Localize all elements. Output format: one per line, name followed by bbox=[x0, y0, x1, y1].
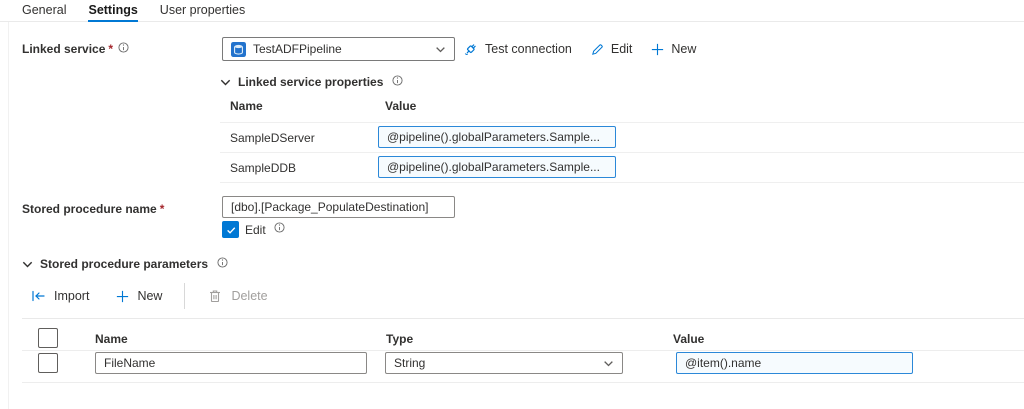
settings-panel: General Settings User properties Linked … bbox=[0, 0, 1024, 409]
stored-procedure-name-label: Stored procedure name * bbox=[22, 202, 164, 216]
lsp-row-name: SampleDDB bbox=[230, 161, 296, 175]
import-button[interactable]: Import bbox=[30, 288, 89, 304]
new-linked-service-button[interactable]: New bbox=[650, 42, 696, 57]
new-linked-service-label: New bbox=[671, 42, 696, 56]
divider bbox=[220, 152, 1024, 153]
import-label: Import bbox=[54, 289, 89, 303]
tab-general[interactable]: General bbox=[22, 0, 66, 22]
edit-linked-service-button[interactable]: Edit bbox=[590, 42, 633, 57]
plus-icon bbox=[115, 289, 130, 304]
import-arrow-icon bbox=[30, 288, 46, 304]
required-asterisk: * bbox=[160, 202, 165, 216]
lsp-row-value-input[interactable] bbox=[378, 156, 616, 178]
parameters-toolbar: Import New Delete bbox=[30, 283, 268, 309]
chevron-expanded-icon bbox=[220, 77, 231, 88]
chevron-down-icon bbox=[603, 358, 614, 369]
linked-service-properties-title: Linked service properties bbox=[238, 75, 383, 89]
linked-service-properties-header[interactable]: Linked service properties bbox=[220, 75, 403, 89]
info-icon[interactable] bbox=[274, 222, 285, 233]
sql-database-icon bbox=[231, 42, 246, 57]
table-top-border bbox=[22, 318, 1024, 319]
plus-icon bbox=[650, 42, 665, 57]
required-asterisk: * bbox=[108, 42, 113, 56]
divider bbox=[220, 122, 1024, 123]
edit-checkbox-row: Edit bbox=[222, 221, 285, 238]
linked-service-dropdown[interactable]: TestADFPipeline bbox=[222, 37, 455, 61]
edit-checkbox-label: Edit bbox=[245, 223, 266, 237]
trash-icon bbox=[207, 288, 223, 304]
new-parameter-button[interactable]: New bbox=[115, 289, 162, 304]
info-icon[interactable] bbox=[118, 42, 129, 53]
chevron-down-icon bbox=[435, 44, 446, 55]
info-icon[interactable] bbox=[217, 257, 228, 268]
stored-procedure-parameters-header[interactable]: Stored procedure parameters bbox=[22, 257, 228, 271]
param-name-input[interactable] bbox=[95, 352, 367, 374]
lsp-column-value: Value bbox=[385, 99, 416, 113]
param-column-value: Value bbox=[673, 332, 704, 346]
delete-parameter-button: Delete bbox=[207, 288, 267, 304]
tab-settings[interactable]: Settings bbox=[88, 0, 137, 22]
test-connection-label: Test connection bbox=[485, 42, 572, 56]
divider bbox=[22, 382, 1024, 383]
chevron-expanded-icon bbox=[22, 259, 33, 270]
linked-service-label-text: Linked service bbox=[22, 42, 105, 56]
tab-bar: General Settings User properties bbox=[0, 0, 1024, 22]
param-value-input[interactable] bbox=[676, 352, 913, 374]
check-icon bbox=[225, 224, 237, 236]
divider bbox=[220, 182, 1024, 183]
plug-icon bbox=[463, 41, 479, 57]
delete-parameter-label: Delete bbox=[231, 289, 267, 303]
info-icon[interactable] bbox=[392, 75, 403, 86]
edit-checkbox[interactable] bbox=[222, 221, 239, 238]
stored-procedure-name-input[interactable] bbox=[222, 196, 455, 218]
linked-service-value: TestADFPipeline bbox=[253, 42, 342, 56]
select-all-checkbox[interactable] bbox=[38, 328, 58, 348]
param-type-dropdown[interactable]: String bbox=[385, 352, 623, 374]
param-column-type: Type bbox=[386, 332, 413, 346]
param-column-name: Name bbox=[95, 332, 128, 346]
linked-service-actions: Test connection Edit New bbox=[463, 37, 696, 61]
linked-service-label: Linked service * bbox=[22, 42, 129, 56]
lsp-row-value-input[interactable] bbox=[378, 126, 616, 148]
pencil-icon bbox=[590, 42, 605, 57]
lsp-column-name: Name bbox=[230, 99, 263, 113]
test-connection-button[interactable]: Test connection bbox=[463, 41, 572, 57]
stored-procedure-name-label-text: Stored procedure name bbox=[22, 202, 157, 216]
tab-user-properties[interactable]: User properties bbox=[160, 0, 245, 22]
stored-procedure-parameters-title: Stored procedure parameters bbox=[40, 257, 208, 271]
row-checkbox[interactable] bbox=[38, 353, 58, 373]
panel-left-border bbox=[8, 22, 9, 409]
param-type-value: String bbox=[394, 356, 425, 370]
new-parameter-label: New bbox=[137, 289, 162, 303]
divider bbox=[22, 350, 1024, 351]
edit-linked-service-label: Edit bbox=[611, 42, 633, 56]
toolbar-divider bbox=[184, 283, 185, 309]
lsp-row-name: SampleDServer bbox=[230, 131, 315, 145]
